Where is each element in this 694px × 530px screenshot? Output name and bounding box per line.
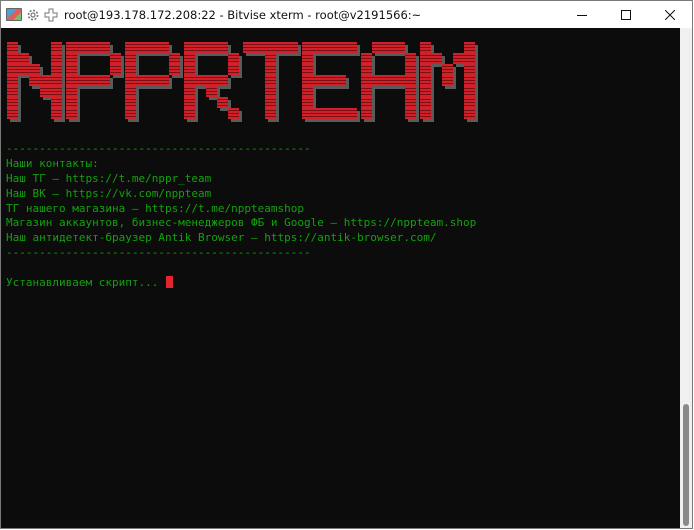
banner-letter-e	[302, 42, 360, 122]
banner-letter-m	[420, 42, 478, 122]
terminal-line: Устанавливаем скрипт...	[6, 276, 476, 291]
banner-letter-p	[66, 42, 124, 122]
terminal-line: Магазин аккаунтов, бизнес-менеджеров ФБ …	[6, 216, 477, 230]
terminal-line: Наш ТГ — https://t.me/nppr_team	[6, 171, 212, 185]
ascii-banner	[7, 42, 487, 132]
terminal-line: Наш антидетект-браузер Antik Browser — h…	[6, 231, 437, 245]
plus-icon[interactable]	[44, 8, 58, 22]
banner-letter-t	[243, 42, 301, 122]
maximize-button[interactable]	[604, 1, 648, 28]
banner-letter-n	[7, 42, 65, 122]
terminal-output[interactable]: ----------------------------------------…	[1, 28, 680, 528]
terminal-window: root@193.178.172.208:22 - Bitvise xterm …	[0, 0, 693, 529]
minimize-button[interactable]	[560, 1, 604, 28]
title-bar[interactable]: root@193.178.172.208:22 - Bitvise xterm …	[1, 1, 692, 28]
close-icon	[665, 9, 675, 20]
app-icon[interactable]	[6, 8, 22, 21]
window-controls	[560, 1, 692, 28]
terminal-line: Наш ВК — https://vk.com/nppteam	[6, 186, 212, 200]
terminal-line: ТГ нашего магазина — https://t.me/npptea…	[6, 201, 305, 215]
window-title: root@193.178.172.208:22 - Bitvise xterm …	[64, 7, 422, 22]
terminal-line: Наши контакты:	[6, 156, 99, 170]
banner-letter-p	[125, 42, 183, 122]
banner-letter-a	[361, 42, 419, 122]
terminal-line: ----------------------------------------…	[6, 246, 311, 260]
terminal-line: ----------------------------------------…	[6, 142, 311, 155]
vertical-scrollbar[interactable]	[680, 28, 692, 528]
text-cursor	[165, 276, 173, 289]
scrollbar-thumb[interactable]	[683, 404, 689, 526]
gear-icon[interactable]	[26, 8, 40, 22]
terminal-lines: ----------------------------------------…	[6, 142, 476, 291]
minimize-icon	[577, 14, 587, 16]
close-button[interactable]	[648, 1, 692, 28]
maximize-icon	[621, 9, 631, 20]
title-bar-icons	[1, 8, 58, 22]
banner-letter-r	[184, 42, 242, 122]
